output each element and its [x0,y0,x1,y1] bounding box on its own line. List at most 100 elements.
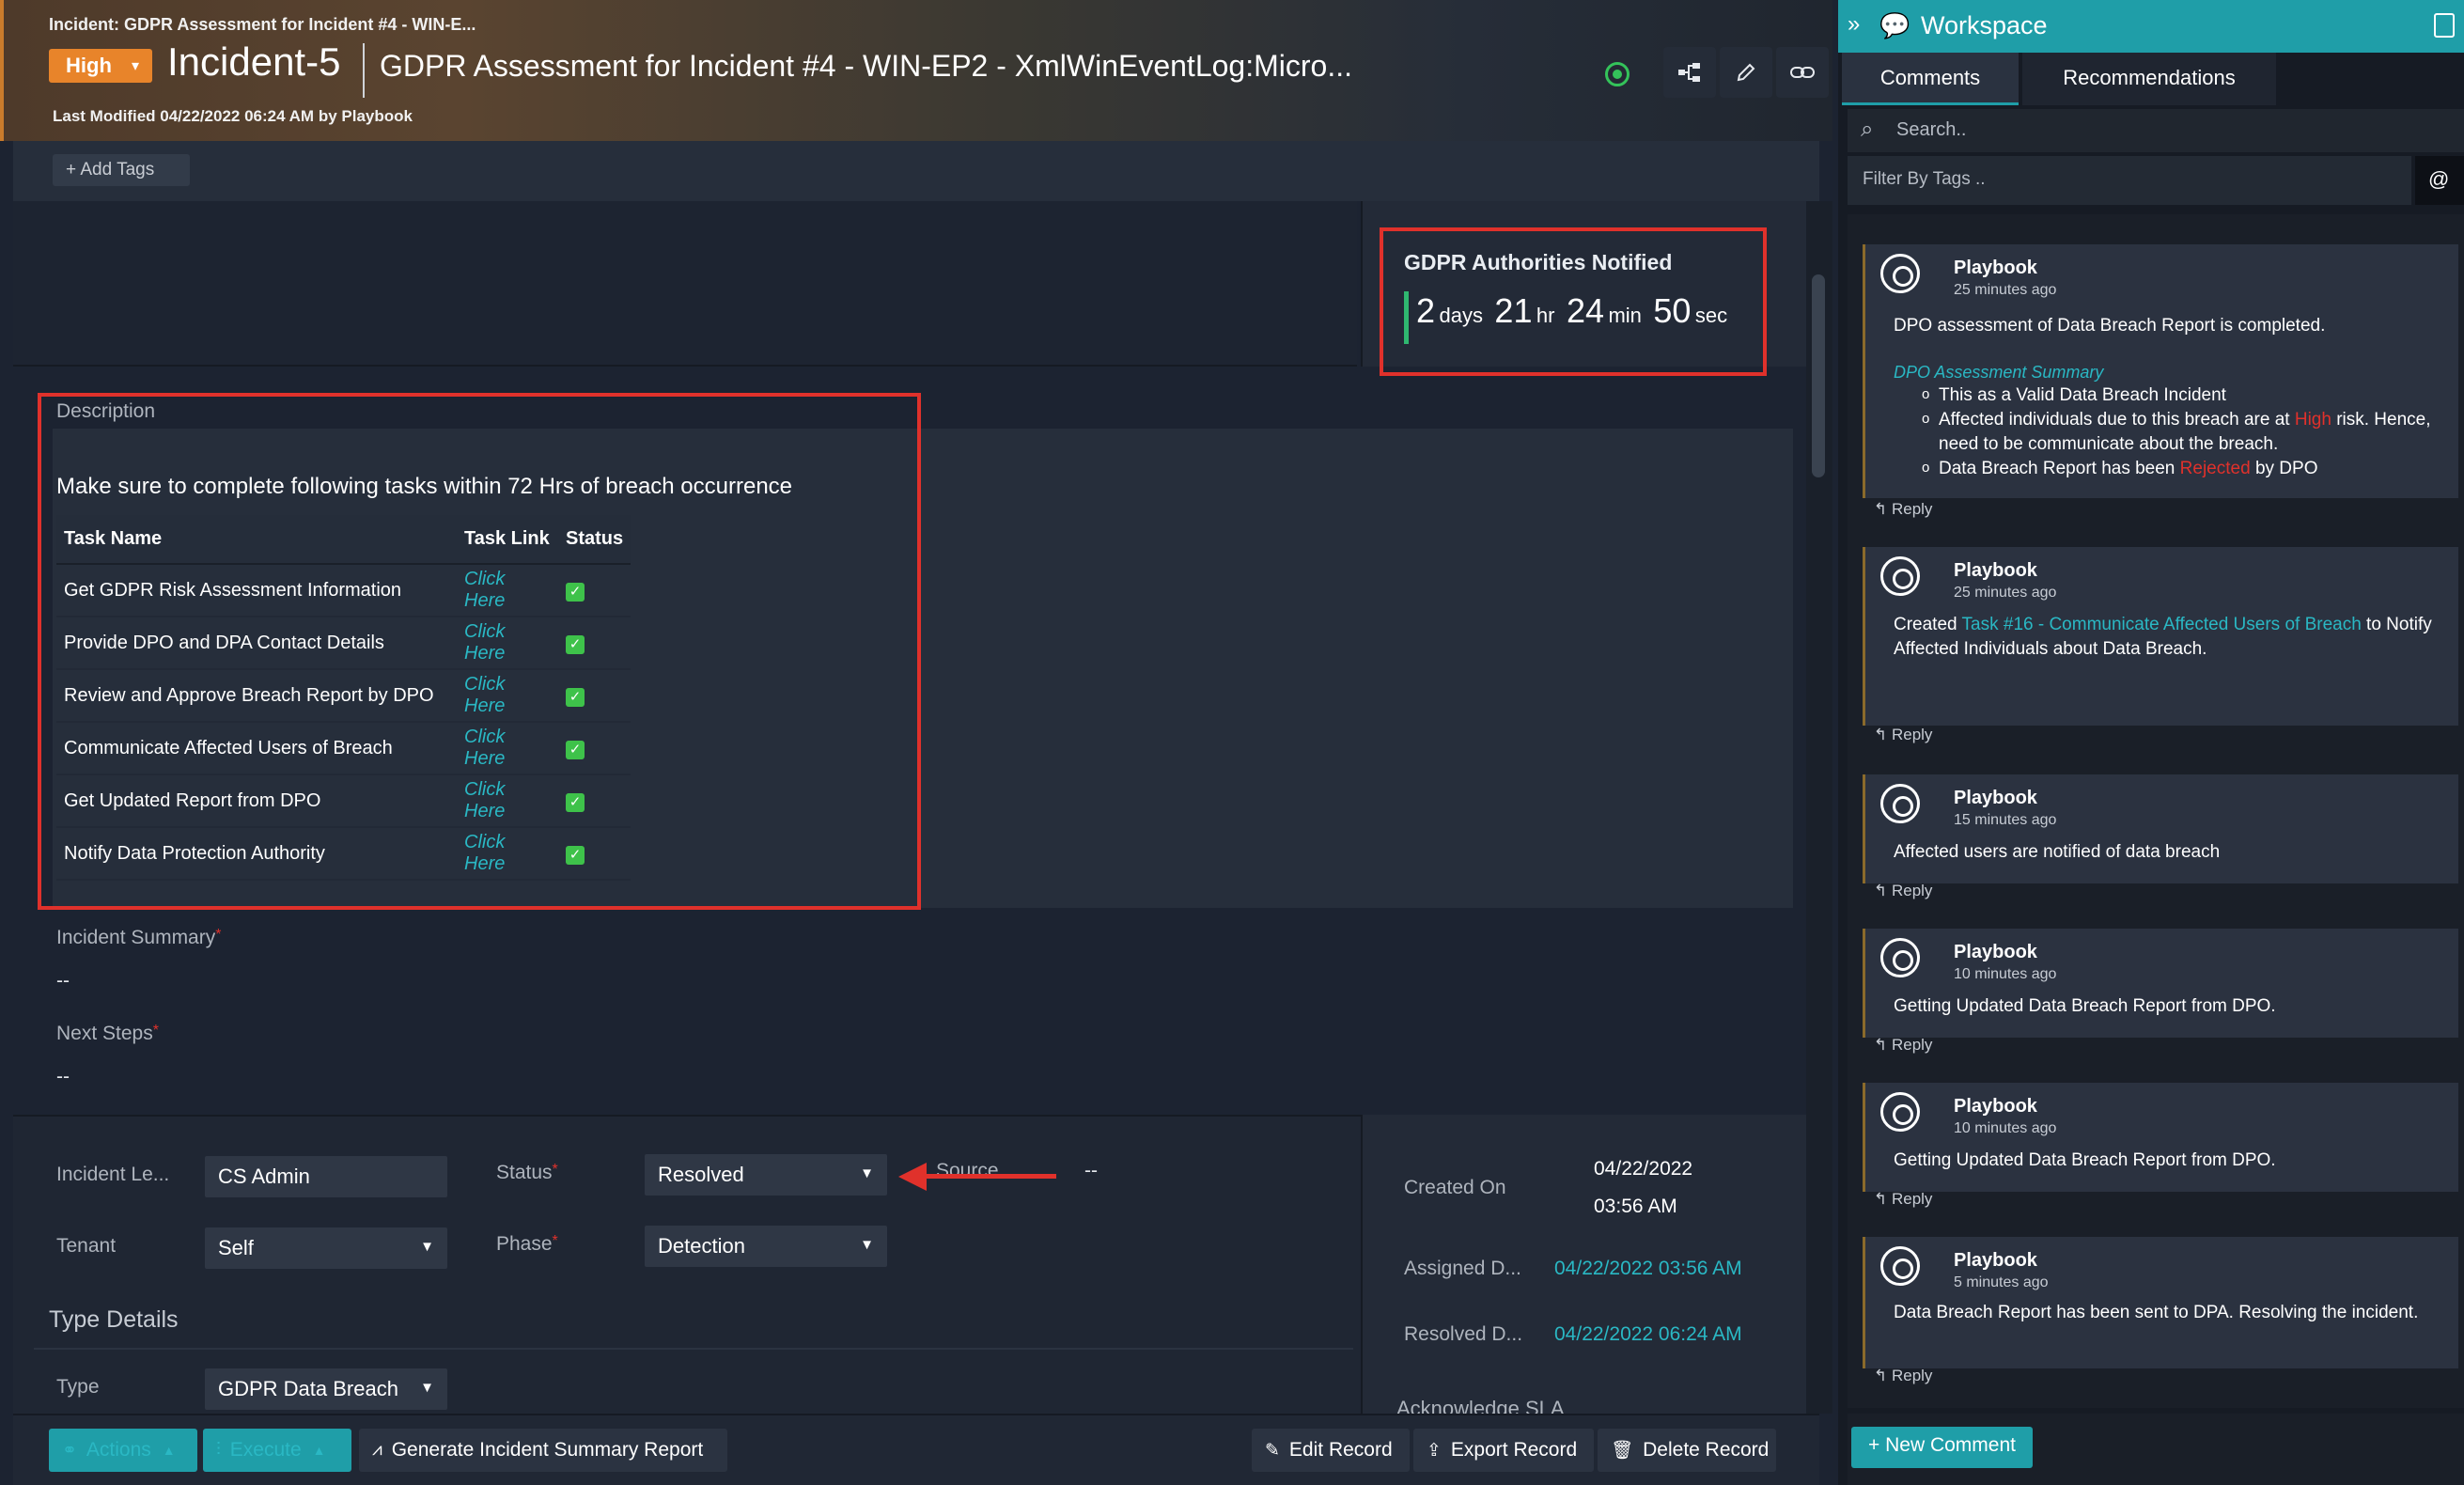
type-details-title: Type Details [49,1306,179,1333]
reply-button[interactable]: ↰ Reply [1874,500,1932,519]
comment-card: Playbook 25 minutes ago Created Task #16… [1863,547,2458,726]
edit-icon: ✎ [1265,1440,1280,1461]
tab-recommendations[interactable]: Recommendations [2022,53,2276,105]
actions-button[interactable]: ⚭ Actions ▲ [49,1429,197,1472]
copy-link-button[interactable] [1776,47,1829,98]
edit-button[interactable] [1720,47,1772,98]
search-icon: ⌕ [1861,117,1874,142]
playbook-avatar-icon [1880,556,1920,596]
assigned-date-label: Assigned D... [1404,1258,1521,1279]
trash-icon: 🗑 [1611,1441,1634,1461]
title-divider [363,43,365,98]
mention-button[interactable]: @ [2415,156,2464,205]
pencil-icon [1737,63,1755,82]
reply-button[interactable]: ↰ Reply [1874,1190,1932,1209]
incident-summary-value[interactable]: -- [56,970,70,993]
collapse-chevron-icon[interactable]: » [1848,11,1860,38]
next-steps-value[interactable]: -- [56,1066,70,1088]
source-label: Source [936,1160,999,1181]
workspace-panel: » 💬 Workspace Comments Recommendations ⌕… [1838,0,2464,1485]
breadcrumb[interactable]: Incident: GDPR Assessment for Incident #… [49,15,476,35]
edit-record-button[interactable]: ✎ Edit Record [1252,1429,1410,1472]
comment-bullet: This as a Valid Data Breach Incident [1922,383,2446,408]
add-tags-button[interactable]: + Add Tags [53,154,190,186]
incident-content: GDPR Authorities Notified 2 days 21 hr 2… [13,201,1806,1415]
status-select[interactable]: Resolved ▼ [645,1154,887,1196]
comment-search[interactable]: ⌕ Search.. [1848,109,2464,152]
tags-bar: + Add Tags [13,141,1819,201]
playbooks-button[interactable] [1663,47,1716,98]
playbook-avatar-icon [1880,1246,1920,1286]
reply-button[interactable]: ↰ Reply [1874,1367,1932,1385]
chevron-up-icon: ▲ [162,1443,176,1458]
comment-bullet: Affected individuals due to this breach … [1922,407,2446,457]
assigned-date-value[interactable]: 04/22/2022 03:56 AM [1554,1258,1742,1280]
maximize-icon[interactable] [2434,13,2455,38]
phase-label: Phase* [496,1233,558,1255]
reply-button[interactable]: ↰ Reply [1874,1036,1932,1055]
comment-time: 5 minutes ago [1954,1274,2049,1290]
status-value: Resolved [658,1163,744,1186]
sla-highlight-box [1380,227,1767,376]
created-on-label: Created On [1404,1177,1506,1198]
incident-lead-label: Incident Le... [56,1164,170,1185]
chevron-up-icon: ▲ [312,1443,326,1458]
comment-time: 25 minutes ago [1954,282,2057,298]
tenant-value: Self [218,1236,254,1259]
scrollbar-thumb[interactable] [1812,274,1825,477]
comment-time: 15 minutes ago [1954,812,2057,828]
tab-comments[interactable]: Comments [1842,53,2019,105]
incident-pane: Incident: GDPR Assessment for Incident #… [0,0,1832,1485]
comment-card: Playbook 10 minutes ago Getting Updated … [1863,929,2458,1038]
playbook-avatar-icon [1880,938,1920,977]
severity-dropdown[interactable]: High ▾ [49,49,152,83]
reply-button[interactable]: ↰ Reply [1874,882,1932,900]
severity-label: High [66,54,112,77]
execute-label: Execute [229,1439,302,1461]
comment-author: Playbook [1954,258,2037,278]
status-dot-icon [1605,62,1630,86]
last-modified: Last Modified 04/22/2022 06:24 AM by Pla… [53,107,413,125]
export-record-label: Export Record [1450,1439,1578,1461]
new-comment-button[interactable]: + New Comment [1851,1427,2033,1468]
type-select[interactable]: GDPR Data Breach ▼ [205,1368,447,1410]
comment-author: Playbook [1954,942,2037,962]
comment-body: Created Task #16 - Communicate Affected … [1894,615,2432,659]
delete-record-button[interactable]: 🗑 Delete Record [1598,1429,1776,1472]
generate-report-button[interactable]: ⩘ Generate Incident Summary Report [359,1429,727,1472]
search-input[interactable]: Search.. [1896,119,1966,141]
incident-lead-field[interactable]: CS Admin [205,1156,447,1197]
chevron-down-icon: ▼ [860,1237,874,1253]
actions-label: Actions [86,1439,151,1461]
playbook-avatar-icon [1880,1092,1920,1132]
reply-button[interactable]: ↰ Reply [1874,726,1932,744]
phase-select[interactable]: Detection ▼ [645,1226,887,1267]
description-highlight-box [38,393,921,910]
resolved-date-value[interactable]: 04/22/2022 06:24 AM [1554,1323,1742,1346]
playbook-avatar-icon [1880,784,1920,823]
tenant-select[interactable]: Self ▼ [205,1227,447,1269]
playbook-tree-icon: ⫶ [216,1440,221,1460]
chevron-down-icon: ▼ [860,1165,874,1181]
tenant-label: Tenant [56,1235,117,1257]
comment-time: 25 minutes ago [1954,585,2057,601]
app-root: Incident: GDPR Assessment for Incident #… [0,0,2464,1485]
source-value[interactable]: -- [1084,1160,1098,1182]
tag-filter-input[interactable]: Filter By Tags .. [1863,169,1986,190]
task-link[interactable]: Task #16 - Communicate Affected Users of… [1962,615,2362,634]
comment-subheading: DPO Assessment Summary [1894,363,2104,382]
workspace-header: » 💬 Workspace [1838,0,2464,53]
export-record-button[interactable]: ⇪ Export Record [1413,1429,1594,1472]
incident-header: Incident: GDPR Assessment for Incident #… [0,0,1832,141]
acknowledge-sla-label: Acknowledge SLA [1396,1397,1565,1414]
comment-body: Data Breach Report has been sent to DPA.… [1894,1303,2419,1322]
comment-list: Playbook 25 minutes ago DPO assessment o… [1848,214,2464,1408]
comment-author: Playbook [1954,1250,2037,1271]
tag-filter[interactable]: Filter By Tags .. [1848,156,2411,205]
chevron-down-icon: ▾ [131,58,139,74]
execute-button[interactable]: ⫶ Execute ▲ [203,1429,351,1472]
link-icon [1790,67,1815,78]
comment-body: Getting Updated Data Breach Report from … [1894,1150,2276,1170]
playbook-avatar-icon [1880,254,1920,293]
comment-card: Playbook 10 minutes ago Getting Updated … [1863,1083,2458,1192]
